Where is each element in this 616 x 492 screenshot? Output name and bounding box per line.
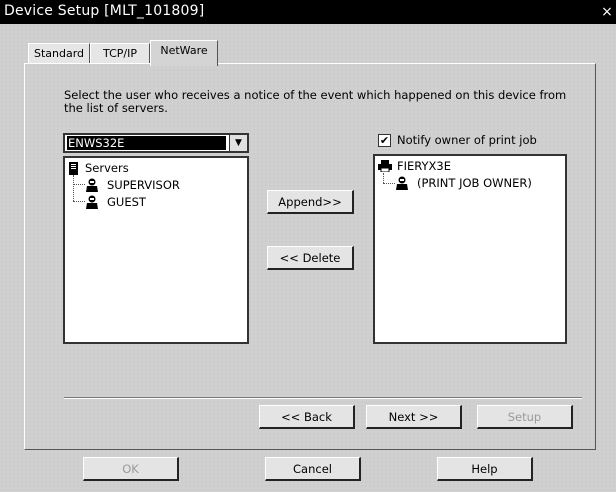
cancel-button[interactable]: Cancel [265,457,361,481]
tree-connector [383,173,384,183]
separator [64,397,582,399]
tree-root-servers[interactable]: Servers [85,161,129,175]
tree-connector [73,175,74,201]
tab-netware-label: NetWare [160,44,208,57]
tree-root-fieryx3e[interactable]: FIERYX3E [397,159,451,173]
help-button[interactable]: Help [437,457,533,481]
tree-connector [73,184,85,185]
title-bar[interactable]: Device Setup [MLT_101809] × [0,0,616,24]
tab-standard-label: Standard [33,47,85,60]
device-setup-window: Device Setup [MLT_101809] × Standard TCP… [0,0,616,492]
ok-button[interactable]: OK [83,457,179,481]
tree-connector [73,201,85,202]
tab-tcpip[interactable]: TCP/IP [90,43,150,64]
printer-icon [378,160,392,175]
notify-label[interactable]: Notify owner of print job [397,133,537,147]
user-icon [395,176,409,193]
next-button[interactable]: Next >> [366,405,462,429]
chevron-down-icon[interactable]: ▼ [229,135,247,151]
server-tree[interactable]: Servers SUPERVISOR GUEST [63,156,249,344]
tab-standard[interactable]: Standard [28,43,90,64]
instruction-text: Select the user who receives a notice of… [64,88,567,115]
user-icon [85,195,99,212]
back-button[interactable]: << Back [259,405,355,429]
tree-item-print-job-owner[interactable]: (PRINT JOB OWNER) [417,176,532,190]
tab-netware[interactable]: NetWare [150,40,218,66]
server-select-value: ENWS32E [67,136,226,150]
notify-checkbox[interactable]: ✔ [378,134,391,147]
user-icon [85,178,99,195]
server-select[interactable]: ENWS32E ▼ [63,133,249,153]
window-title: Device Setup [MLT_101809] [4,3,205,19]
tab-tcpip-label: TCP/IP [103,47,137,60]
tree-item-supervisor[interactable]: SUPERVISOR [107,178,180,192]
recipient-tree[interactable]: FIERYX3E (PRINT JOB OWNER) [373,154,567,344]
setup-button[interactable]: Setup [477,405,573,429]
close-icon[interactable]: × [600,2,614,22]
delete-button[interactable]: << Delete [267,246,354,270]
append-button[interactable]: Append>> [267,190,354,214]
tree-item-guest[interactable]: GUEST [107,195,146,209]
tree-connector [383,183,395,184]
